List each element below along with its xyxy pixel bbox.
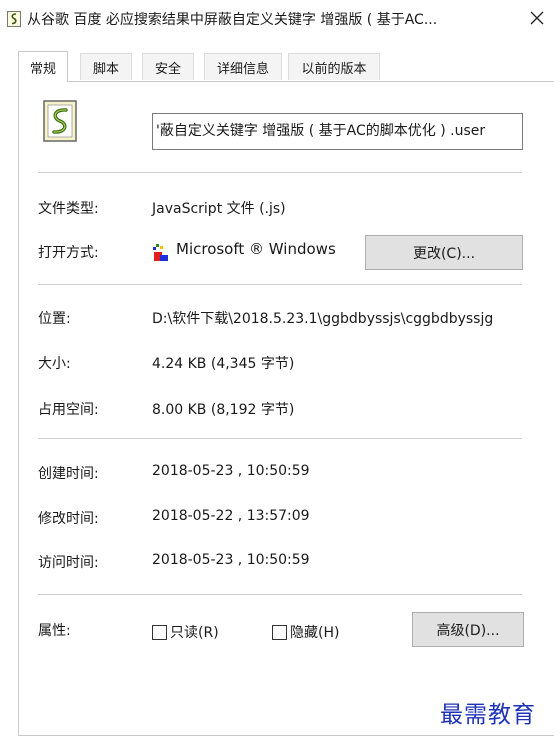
- location-value: D:\软件下载\2018.5.23.1\ggbdbyssjs\cggbdbyss…: [152, 311, 494, 327]
- javascript-file-icon: [42, 99, 82, 145]
- tab-label: 详细信息: [216, 61, 269, 77]
- tab-script[interactable]: 脚本: [80, 53, 132, 80]
- open-with-app: Microsoft ® Windows: [176, 240, 336, 258]
- file-name-field[interactable]: '蔽自定义关键字 增强版 ( 基于AC的脚本优化 ) .user: [152, 113, 523, 150]
- advanced-button-label: 高级(D)...: [436, 622, 500, 639]
- hidden-checkbox[interactable]: 隐藏(H): [272, 622, 339, 642]
- size-label: 大小:: [38, 356, 71, 372]
- change-button-label: 更改(C)...: [412, 245, 476, 262]
- attributes-label: 属性:: [38, 623, 71, 639]
- tab-label: 安全: [154, 61, 181, 77]
- tab-details[interactable]: 详细信息: [204, 53, 282, 80]
- tab-security[interactable]: 安全: [142, 53, 194, 80]
- divider: [38, 284, 522, 285]
- change-button[interactable]: 更改(C)...: [365, 235, 523, 270]
- window-title: 从谷歌 百度 必应搜索结果中屏蔽自定义关键字 增强版 ( 基于AC...: [27, 12, 438, 28]
- divider: [38, 594, 522, 595]
- file-type-label: 文件类型:: [38, 201, 99, 217]
- tab-previous-versions[interactable]: 以前的版本: [288, 53, 380, 80]
- tab-label: 脚本: [92, 61, 119, 77]
- tab-general[interactable]: 常规: [18, 51, 68, 82]
- advanced-button[interactable]: 高级(D)...: [412, 612, 524, 647]
- modified-label: 修改时间:: [38, 511, 99, 527]
- accessed-label: 访问时间:: [38, 555, 99, 571]
- title-bar: 从谷歌 百度 必应搜索结果中屏蔽自定义关键字 增强版 ( 基于AC...: [0, 0, 560, 36]
- modified-value: 2018-05-22 , 13:57:09: [152, 508, 310, 524]
- watermark-logo: 最需教育: [440, 702, 536, 728]
- disk-size-label: 占用空间:: [38, 402, 99, 418]
- divider: [38, 438, 522, 439]
- close-button[interactable]: [520, 4, 554, 32]
- file-type-value: JavaScript 文件 (.js): [152, 201, 286, 217]
- checkbox-box[interactable]: [272, 624, 287, 640]
- disk-size-value: 8.00 KB (8,192 字节): [152, 402, 295, 418]
- checkbox-box[interactable]: [152, 624, 167, 640]
- script-file-icon: [7, 11, 21, 27]
- readonly-label: 只读(R): [170, 625, 219, 641]
- readonly-checkbox[interactable]: 只读(R): [152, 622, 219, 642]
- divider: [38, 172, 522, 173]
- accessed-value: 2018-05-23 , 10:50:59: [152, 552, 310, 568]
- close-icon: [530, 11, 544, 25]
- size-value: 4.24 KB (4,345 字节): [152, 356, 295, 372]
- tab-label: 以前的版本: [301, 61, 367, 77]
- hidden-label: 隐藏(H): [290, 625, 340, 641]
- open-with-label: 打开方式:: [38, 245, 99, 261]
- created-value: 2018-05-23 , 10:50:59: [152, 463, 310, 479]
- location-label: 位置:: [38, 311, 71, 327]
- created-label: 创建时间:: [38, 466, 99, 482]
- windows-script-host-icon: [152, 240, 170, 262]
- tab-label: 常规: [29, 61, 56, 77]
